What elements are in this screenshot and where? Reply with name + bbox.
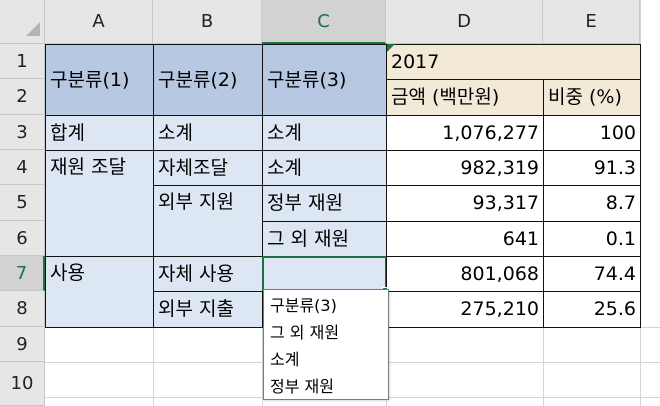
cell-b1-header[interactable]: 구분류(2) [153,44,263,116]
cell-e3[interactable]: 100 [543,115,641,151]
row-header-10[interactable]: 10 [0,362,45,406]
cell-c6[interactable]: 그 외 재원 [262,221,387,257]
dropdown-option[interactable]: 정부 재원 [264,371,388,398]
row-header-7[interactable]: 7 [0,256,45,291]
cell-d1-year[interactable]: 2017 [386,44,641,80]
cell-d5[interactable]: 93,317 [386,185,544,222]
cell-e7[interactable]: 74.4 [543,256,641,292]
column-header-c[interactable]: C [262,0,386,44]
column-header-d[interactable]: D [386,0,543,44]
cell-a7-text: 사용 [50,262,85,284]
cell-c4[interactable]: 소계 [262,150,387,186]
cell-a4-merged[interactable]: 재원 조달 [45,150,154,257]
cell-c5[interactable]: 정부 재원 [262,185,387,222]
column-header-b[interactable]: B [153,0,262,44]
cell-b5-text: 외부 지원 [158,191,234,213]
cell-c1-header[interactable]: 구분류(3) [262,44,387,116]
cell-a3[interactable]: 합계 [45,115,154,151]
cell-e4[interactable]: 91.3 [543,150,641,186]
dropdown-option[interactable]: 구분류(3) [264,290,388,317]
cell-d6[interactable]: 641 [386,221,544,257]
column-header-e[interactable]: E [543,0,640,44]
cell-c3[interactable]: 소계 [262,115,387,151]
row-header-9[interactable]: 9 [0,327,45,362]
cell-d3[interactable]: 1,076,277 [386,115,544,151]
row-header-5[interactable]: 5 [0,185,45,221]
select-all-triangle-icon [26,22,40,36]
validation-dropdown-list[interactable]: 구분류(3) 그 외 재원 소계 정부 재원 [263,289,389,400]
row-header-6[interactable]: 6 [0,221,45,256]
cell-e2-ratio-header[interactable]: 비중 (%) [543,79,641,116]
cell-b8[interactable]: 외부 지출 [153,291,263,328]
cell-b7[interactable]: 자체 사용 [153,256,263,292]
cell-d2-amount-header[interactable]: 금액 (백만원) [386,79,544,116]
validation-flag-icon [387,44,395,52]
cell-c7-selected[interactable] [262,256,387,292]
dropdown-option[interactable]: 소계 [264,344,388,371]
row-header-8[interactable]: 8 [0,291,45,327]
row-header-1[interactable]: 1 [0,44,45,79]
cell-d8[interactable]: 275,210 [386,291,544,328]
cell-a7-merged[interactable]: 사용 [45,256,154,328]
cell-b5-merged[interactable]: 외부 지원 [153,185,263,257]
row-header-4[interactable]: 4 [0,150,45,185]
cell-a1-header[interactable]: 구분류(1) [45,44,154,116]
cell-e6[interactable]: 0.1 [543,221,641,257]
cell-d7[interactable]: 801,068 [386,256,544,292]
row-header-3[interactable]: 3 [0,115,45,150]
cell-b3[interactable]: 소계 [153,115,263,151]
column-header-a[interactable]: A [45,0,153,44]
cell-b4[interactable]: 자체조달 [153,150,263,186]
dropdown-option[interactable]: 그 외 재원 [264,317,388,344]
row-header-2[interactable]: 2 [0,79,45,115]
cell-e8[interactable]: 25.6 [543,291,641,328]
cell-e5[interactable]: 8.7 [543,185,641,222]
cell-d4[interactable]: 982,319 [386,150,544,186]
cell-a4-text: 재원 조달 [50,156,126,178]
